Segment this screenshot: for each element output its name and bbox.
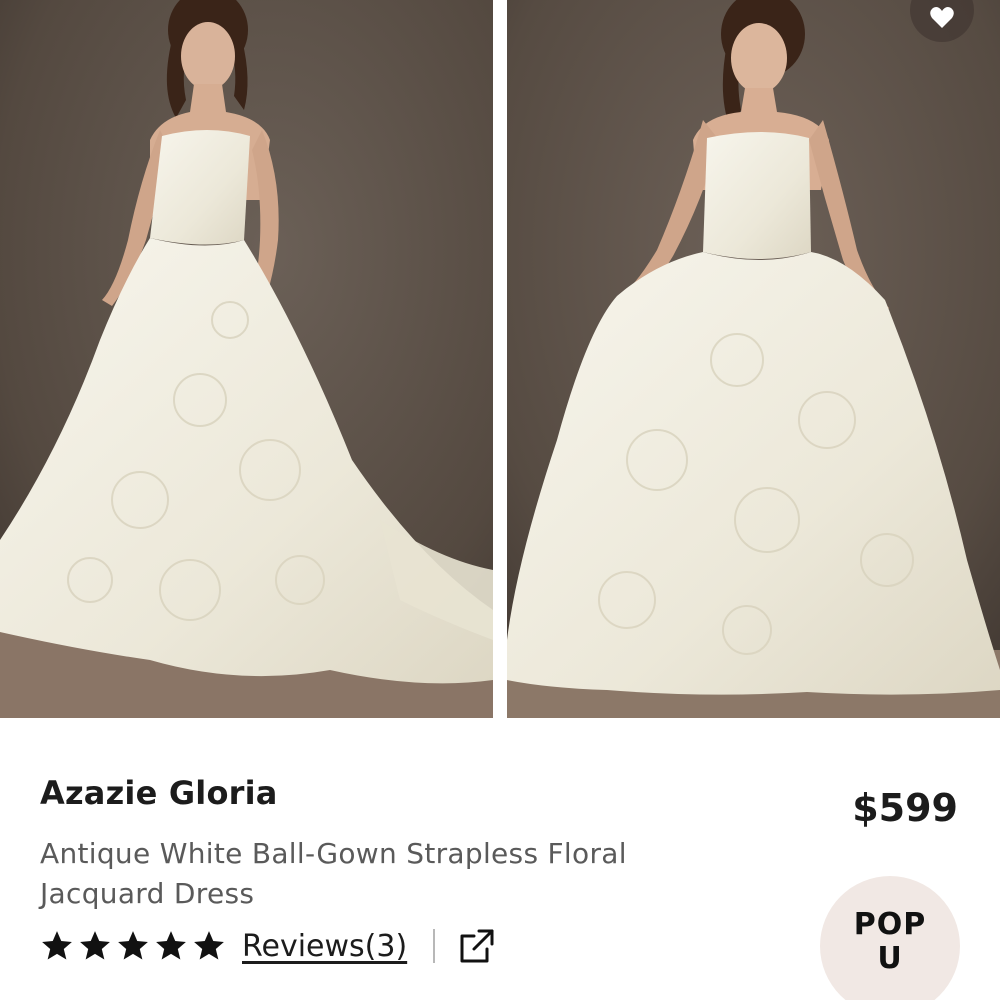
star-icon bbox=[156, 931, 186, 960]
dress-photo-front-angle[interactable] bbox=[0, 0, 493, 718]
product-description: Antique White Ball-Gown Strapless Floral… bbox=[40, 837, 627, 910]
reviews-link[interactable]: Reviews(3) bbox=[242, 929, 407, 964]
star-rating[interactable] bbox=[40, 929, 226, 963]
product-title: Azazie Gloria bbox=[40, 774, 278, 812]
rating-row: Reviews(3) bbox=[40, 924, 497, 968]
popup-label-line2: U bbox=[877, 941, 903, 976]
dress-photo-front-holding-skirt[interactable] bbox=[507, 0, 1000, 718]
heart-icon bbox=[930, 7, 954, 28]
dress-photo-1-illustration bbox=[0, 0, 493, 718]
star-icon bbox=[194, 931, 224, 960]
product-price: $599 bbox=[852, 786, 958, 830]
popup-chat-bubble[interactable]: POP U bbox=[820, 876, 960, 1000]
dress-photo-2-illustration bbox=[507, 0, 1000, 718]
product-info: Azazie Gloria $599 Antique White Ball-Go… bbox=[0, 718, 1000, 1000]
external-link-icon[interactable] bbox=[457, 926, 497, 966]
popup-label-line1: POP bbox=[853, 907, 927, 942]
product-image-gallery[interactable] bbox=[0, 0, 1000, 718]
star-icon bbox=[80, 931, 110, 960]
star-icon bbox=[42, 931, 72, 960]
product-page: Azazie Gloria $599 Antique White Ball-Go… bbox=[0, 0, 1000, 1000]
divider bbox=[433, 929, 436, 963]
star-icon bbox=[118, 931, 148, 960]
